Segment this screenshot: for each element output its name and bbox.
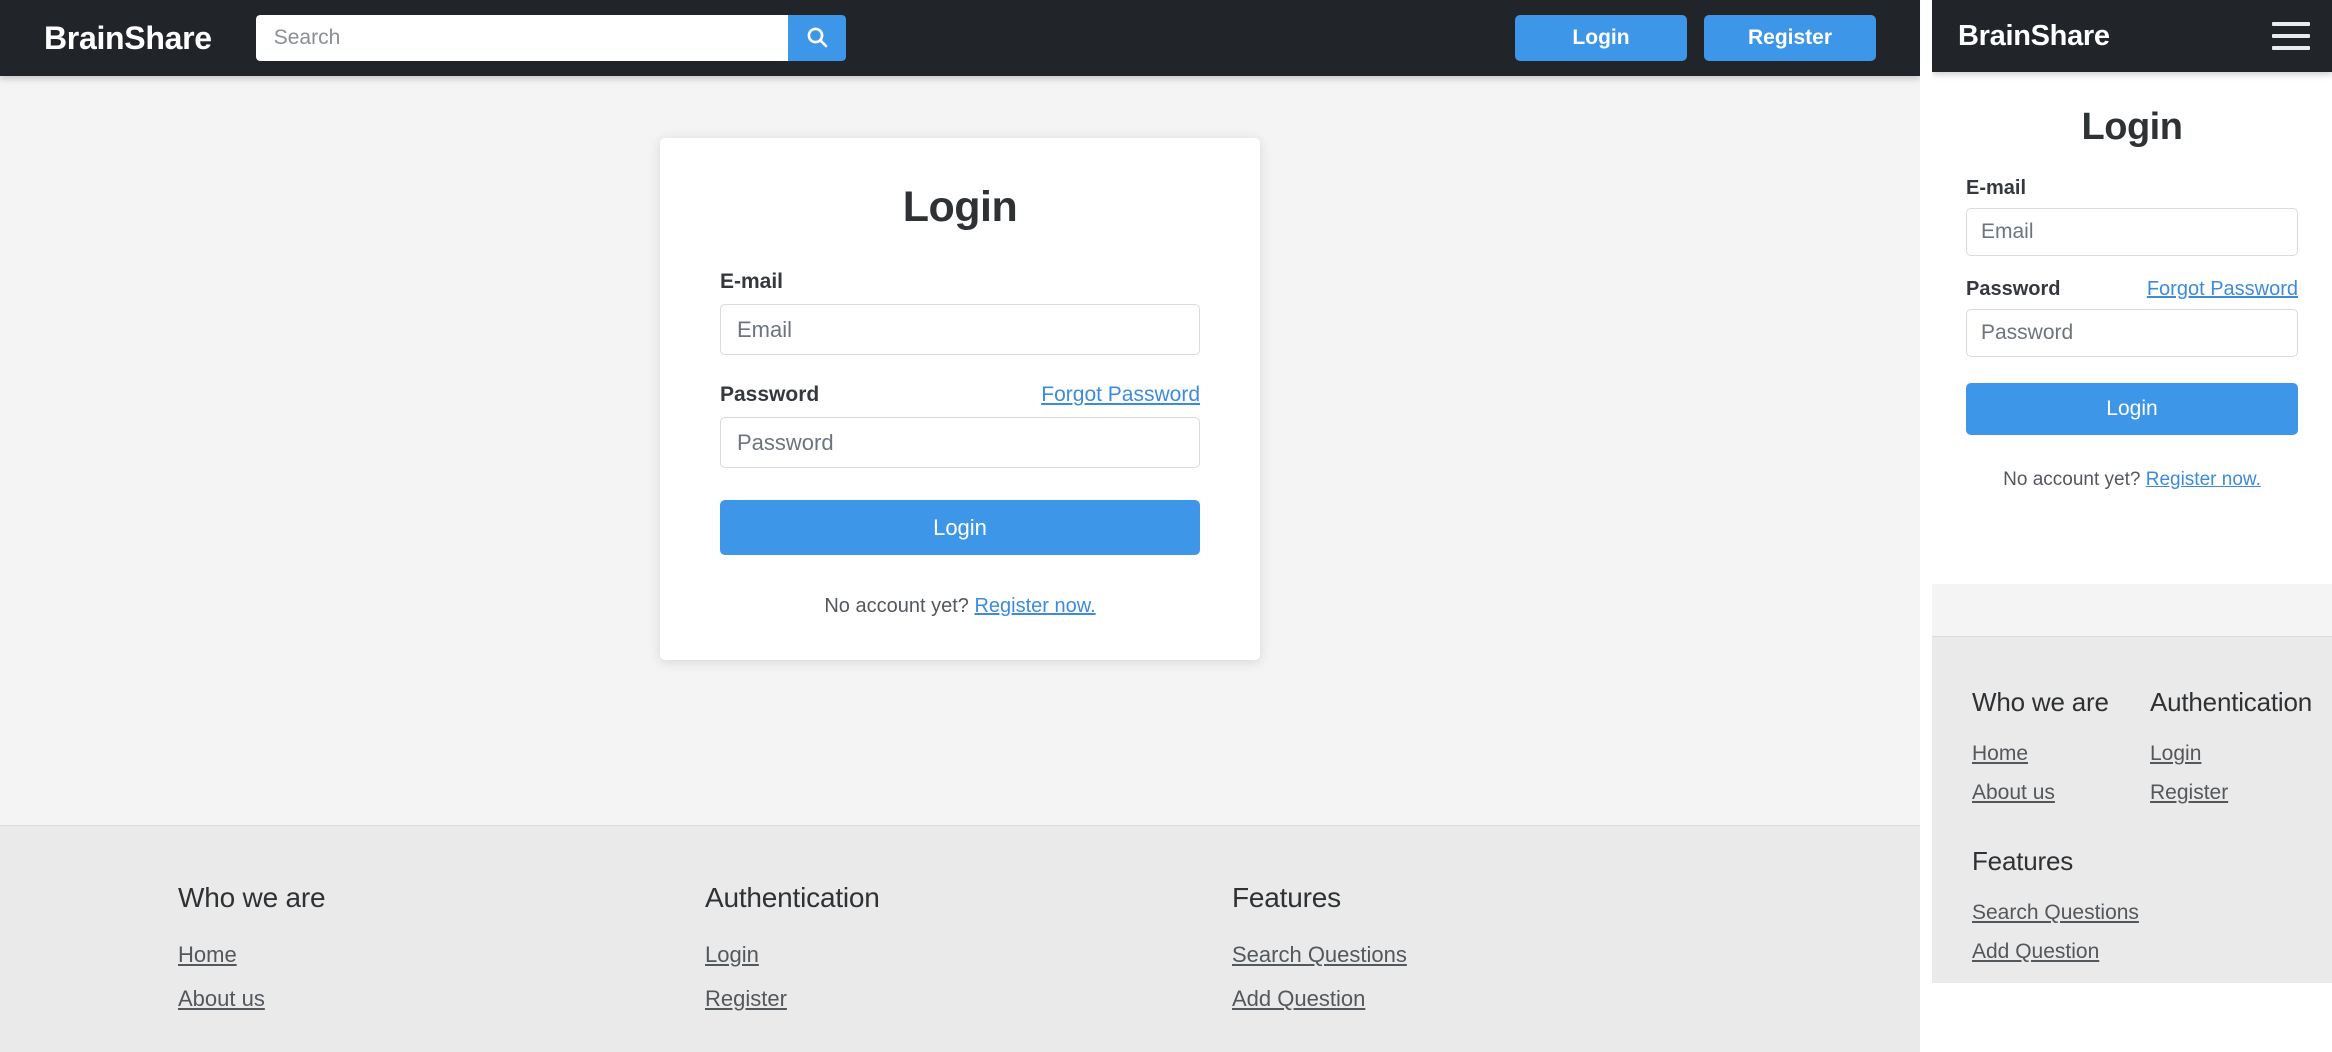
hamburger-bar xyxy=(2272,22,2310,26)
mobile-signup-prompt-row: No account yet? Register now. xyxy=(1966,469,2298,491)
footer-column-features: Features Search Questions Add Question xyxy=(1232,882,1759,1030)
screenshot-root: BrainShare Login Register xyxy=(0,0,2332,1052)
mobile-password-label-row: Password Forgot Password xyxy=(1966,278,2298,301)
mobile-email-input[interactable] xyxy=(1966,208,2298,256)
footer-column-authentication: Authentication Login Register xyxy=(705,882,1232,1030)
mobile-footer-link-register[interactable]: Register xyxy=(2150,781,2328,805)
mobile-footer-row: Who we are Home About us Authentication … xyxy=(1972,687,2332,820)
search-icon xyxy=(805,25,829,52)
footer-link-search-questions[interactable]: Search Questions xyxy=(1232,942,1759,968)
navbar-login-button[interactable]: Login xyxy=(1515,15,1687,61)
search-input[interactable] xyxy=(255,15,788,61)
footer-link-home[interactable]: Home xyxy=(178,942,705,968)
navbar-register-button[interactable]: Register xyxy=(1704,15,1876,61)
search-button[interactable] xyxy=(787,15,846,61)
register-now-link[interactable]: Register now. xyxy=(974,595,1095,617)
mobile-email-label: E-mail xyxy=(1966,177,2027,199)
mobile-footer-link-home[interactable]: Home xyxy=(1972,742,2150,766)
navbar-actions: Login Register xyxy=(1515,15,1876,61)
footer-link-login[interactable]: Login xyxy=(705,942,1232,968)
password-label: Password xyxy=(720,383,820,406)
mobile-signup-prompt-text: No account yet? xyxy=(2003,469,2141,490)
mobile-email-label-row: E-mail xyxy=(1966,177,2298,200)
signup-prompt-text: No account yet? xyxy=(824,595,969,617)
desktop-viewport: BrainShare Login Register xyxy=(0,0,1920,1052)
mobile-footer-link-about-us[interactable]: About us xyxy=(1972,781,2150,805)
footer-column-who-we-are: Who we are Home About us xyxy=(178,882,705,1030)
mobile-footer: Who we are Home About us Authentication … xyxy=(1932,636,2332,983)
desktop-navbar: BrainShare Login Register xyxy=(0,0,1920,76)
mobile-footer-column-who-we-are: Who we are Home About us xyxy=(1972,687,2150,820)
mobile-footer-heading: Who we are xyxy=(1972,687,2109,717)
mobile-password-input[interactable] xyxy=(1966,309,2298,357)
email-input[interactable] xyxy=(720,304,1200,355)
login-submit-button[interactable]: Login xyxy=(720,500,1200,555)
password-input[interactable] xyxy=(720,417,1200,468)
brand-logo[interactable]: BrainShare xyxy=(44,20,212,57)
mobile-footer-heading: Authentication xyxy=(2150,687,2312,717)
mobile-viewport: BrainShare Login E-mail Password Forgot … xyxy=(1932,0,2332,983)
mobile-email-field-group: E-mail xyxy=(1966,177,2298,256)
search-bar xyxy=(255,15,846,61)
mobile-brand-logo[interactable]: BrainShare xyxy=(1958,20,2110,53)
footer-heading: Who we are xyxy=(178,882,326,913)
mobile-footer-link-login[interactable]: Login xyxy=(2150,742,2328,766)
mobile-forgot-password-link[interactable]: Forgot Password xyxy=(2147,278,2298,301)
mobile-password-field-group: Password Forgot Password xyxy=(1966,278,2298,357)
hamburger-bar xyxy=(2272,46,2310,50)
mobile-footer-link-add-question[interactable]: Add Question xyxy=(1972,940,2332,964)
mobile-register-now-link[interactable]: Register now. xyxy=(2146,469,2261,490)
footer-link-add-question[interactable]: Add Question xyxy=(1232,986,1759,1012)
mobile-footer-link-search-questions[interactable]: Search Questions xyxy=(1972,901,2332,925)
desktop-footer: Who we are Home About us Authentication … xyxy=(0,825,1920,1052)
mobile-password-label: Password xyxy=(1966,278,2061,300)
mobile-footer-column-features: Features Search Questions Add Question xyxy=(1972,846,2332,964)
mobile-main-content: Login E-mail Password Forgot Password Lo… xyxy=(1932,72,2332,584)
hamburger-bar xyxy=(2272,34,2310,38)
email-field-group: E-mail xyxy=(720,270,1200,355)
mobile-spacer xyxy=(1932,584,2332,636)
footer-heading: Authentication xyxy=(705,882,880,913)
footer-link-about-us[interactable]: About us xyxy=(178,986,705,1012)
email-label: E-mail xyxy=(720,270,784,293)
footer-heading: Features xyxy=(1232,882,1341,913)
signup-prompt-row: No account yet? Register now. xyxy=(720,595,1200,618)
email-label-row: E-mail xyxy=(720,270,1200,294)
login-card-title: Login xyxy=(902,183,1018,231)
mobile-footer-heading: Features xyxy=(1972,846,2074,876)
footer-link-register[interactable]: Register xyxy=(705,986,1232,1012)
mobile-footer-column-authentication: Authentication Login Register xyxy=(2150,687,2328,820)
desktop-main-content: Login E-mail Password Forgot Password Lo… xyxy=(0,76,1920,825)
footer-columns: Who we are Home About us Authentication … xyxy=(0,882,1920,1030)
password-label-row: Password Forgot Password xyxy=(720,383,1200,407)
mobile-login-title: Login xyxy=(2081,106,2183,148)
forgot-password-link[interactable]: Forgot Password xyxy=(1041,383,1200,407)
password-field-group: Password Forgot Password xyxy=(720,383,1200,468)
hamburger-menu-icon[interactable] xyxy=(2272,22,2310,50)
mobile-login-submit-button[interactable]: Login xyxy=(1966,383,2298,435)
login-card: Login E-mail Password Forgot Password Lo… xyxy=(660,138,1260,660)
mobile-navbar: BrainShare xyxy=(1932,0,2332,72)
